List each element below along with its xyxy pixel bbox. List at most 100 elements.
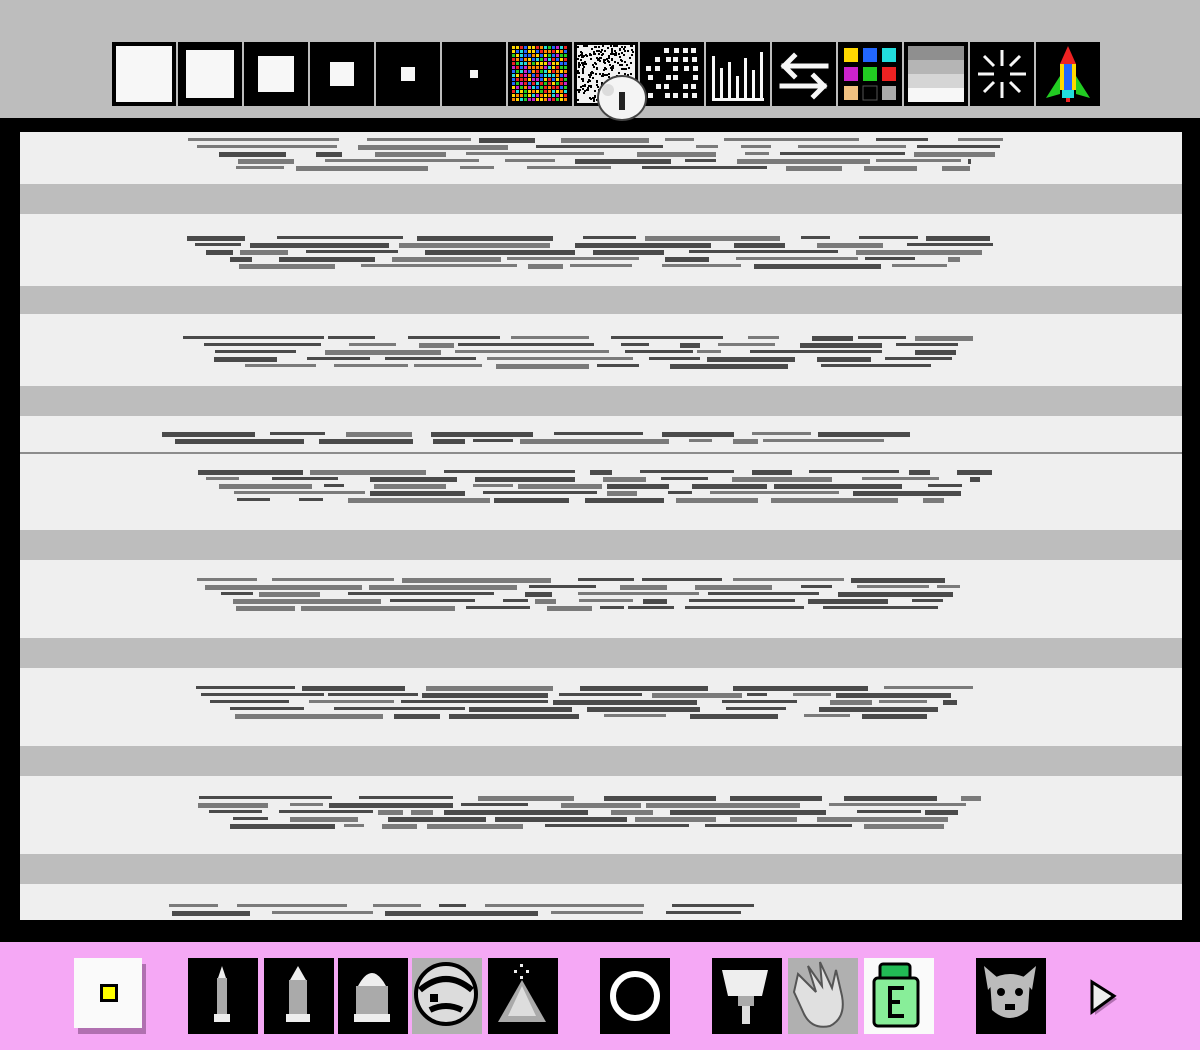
scribble-stroke (575, 243, 711, 248)
scribble-stroke (823, 606, 938, 609)
scribble-stroke (272, 578, 394, 581)
scribble-stroke (722, 700, 797, 703)
next-arrow-icon[interactable] (1080, 956, 1152, 1034)
scribble-stroke (892, 264, 947, 267)
scribble-stroke (844, 796, 937, 801)
scribble-stroke (604, 714, 666, 717)
scribble-stroke (774, 484, 902, 489)
scribble-stroke (695, 585, 772, 590)
scribble-stroke (733, 578, 844, 581)
scribble-stroke (662, 264, 741, 267)
scribble-stroke (206, 477, 239, 480)
current-color-swatch[interactable] (74, 956, 146, 1034)
brush-size-2-icon[interactable] (178, 42, 242, 106)
scribble-stroke (259, 592, 320, 597)
scribble-stroke (411, 810, 433, 815)
scribble-stroke (230, 707, 304, 710)
scribble-stroke (290, 817, 358, 822)
mario-stamp-icon[interactable] (410, 956, 482, 1034)
scribble-stroke (346, 432, 412, 437)
scribble-stroke (668, 491, 692, 494)
scribble-stroke (948, 257, 960, 262)
spray-can-icon[interactable] (486, 956, 558, 1034)
medium-pencil-icon[interactable] (262, 956, 334, 1034)
scribble-stroke (570, 264, 632, 267)
scribble-stroke (736, 257, 858, 260)
glove-icon[interactable] (786, 956, 858, 1034)
brush-size-5-icon[interactable] (376, 42, 440, 106)
scribble-stroke (734, 243, 785, 248)
scribble-stroke (473, 484, 513, 487)
scribble-stroke (915, 350, 956, 355)
scribble-stroke (392, 257, 501, 262)
scribble-stroke (461, 803, 528, 806)
scribble-stroke (325, 159, 479, 162)
thin-pencil-icon[interactable] (186, 956, 258, 1034)
brush-size-3-icon[interactable] (244, 42, 308, 106)
scribble-stroke (583, 236, 636, 239)
bottom-toolbar (0, 938, 1200, 1050)
scribble-stroke (527, 166, 611, 169)
scribble-stroke (661, 477, 708, 480)
scribble-stroke (817, 817, 948, 822)
swap-arrows-icon[interactable] (772, 42, 836, 106)
scribble-stroke (279, 257, 375, 262)
scribble-stroke (733, 686, 868, 691)
sparkle-icon[interactable] (970, 42, 1034, 106)
scribble-stroke (210, 700, 289, 703)
scribble-stroke (724, 138, 859, 141)
scribble-stroke (230, 257, 252, 262)
color-grid-icon[interactable] (838, 42, 902, 106)
scribble-stroke (620, 585, 667, 590)
scribble-stroke (838, 592, 953, 597)
scribble-drawing (162, 138, 1003, 916)
scribble-stroke (172, 911, 250, 916)
dog-icon[interactable] (974, 956, 1046, 1034)
bars-pattern-icon[interactable] (706, 42, 770, 106)
scribble-stroke (864, 166, 917, 171)
scribble-stroke (585, 498, 664, 503)
scribble-stroke (408, 336, 500, 339)
scribble-stroke (690, 714, 778, 719)
scribble-stroke (427, 824, 523, 829)
scribble-stroke (237, 498, 270, 501)
scribble-stroke (279, 810, 373, 813)
circle-shape-icon[interactable] (598, 956, 670, 1034)
scribble-stroke (665, 138, 694, 141)
scribble-stroke (909, 470, 930, 475)
eraser-icon[interactable] (862, 956, 934, 1034)
scribble-stroke (604, 796, 716, 801)
scribble-stroke (741, 145, 771, 148)
scribble-stroke (578, 592, 699, 595)
scribble-stroke (968, 159, 971, 164)
scribble-stroke (475, 477, 575, 482)
thick-pencil-icon[interactable] (336, 956, 408, 1034)
paint-roller-icon[interactable] (710, 956, 782, 1034)
scribble-stroke (726, 707, 786, 710)
brush-size-1-icon[interactable] (112, 42, 176, 106)
confetti-pattern-icon[interactable] (508, 42, 572, 106)
scribble-stroke (809, 470, 899, 473)
scribble-stroke (819, 707, 938, 712)
scribble-stroke (752, 470, 792, 475)
scribble-stroke (917, 145, 1000, 148)
scribble-stroke (296, 166, 428, 171)
scribble-stroke (187, 236, 245, 241)
gradient-icon[interactable] (904, 42, 968, 106)
scribble-stroke (507, 257, 639, 260)
scribble-stroke (554, 432, 643, 435)
rocket-icon[interactable] (1036, 42, 1100, 106)
scribble-stroke (547, 606, 592, 611)
scribble-stroke (793, 693, 831, 696)
scribble-stroke (505, 159, 555, 162)
scribble-stroke (444, 470, 575, 473)
scribble-stroke (302, 686, 405, 691)
scribble-stroke (780, 152, 905, 155)
drawing-canvas[interactable] (20, 132, 1182, 920)
scribble-stroke (817, 243, 883, 248)
brush-size-4-icon[interactable] (310, 42, 374, 106)
scribble-stroke (718, 343, 775, 346)
scribble-stroke (621, 343, 649, 346)
brush-size-6-icon[interactable] (442, 42, 506, 106)
scribble-stroke (399, 243, 550, 248)
